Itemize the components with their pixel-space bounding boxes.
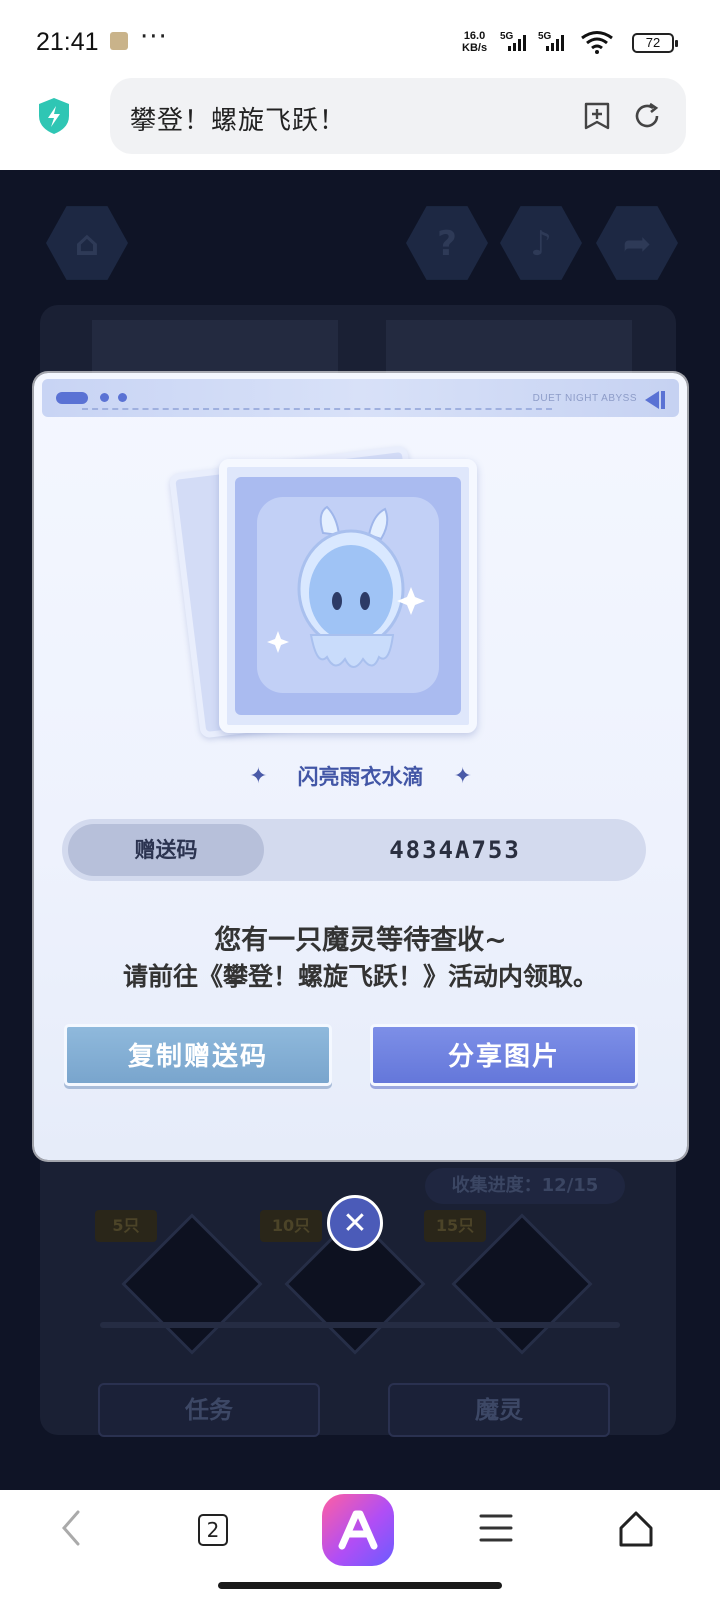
milestone-progress-line	[100, 1322, 620, 1328]
reload-icon[interactable]	[632, 100, 662, 132]
more-notifications-icon: ···	[140, 22, 168, 52]
home-nav-icon[interactable]	[616, 1508, 656, 1550]
brand-text: DUET NIGHT ABYSS	[532, 393, 637, 404]
raindrop-sprite-image	[267, 505, 425, 668]
game-card	[92, 320, 338, 380]
sprite-name: 闪亮雨衣水滴	[297, 765, 424, 789]
close-modal-button[interactable]: ✕	[327, 1195, 383, 1251]
back-icon[interactable]	[56, 1508, 86, 1548]
sparkle-icon: ✦	[249, 763, 268, 789]
message-line-2: 请前往《攀登！螺旋飞跃！》活动内领取。	[122, 962, 598, 991]
network-speed-unit: KB/s	[462, 42, 488, 54]
modal-header-strip: DUET NIGHT ABYSS	[42, 379, 679, 417]
collect-progress: 收集进度：12/15	[425, 1168, 625, 1204]
menu-icon[interactable]	[478, 1508, 514, 1548]
browser-bottom-nav: 2	[0, 1490, 720, 1600]
help-icon[interactable]: ?	[406, 206, 488, 280]
header-dot	[100, 393, 109, 402]
share-icon[interactable]: ➦	[596, 206, 678, 280]
network-speed-value: 16.0	[463, 30, 486, 42]
status-bar: 21:41 ··· 16.0 KB/s 5G 5G 72	[0, 0, 720, 78]
sprite-name-row: ✦ 闪亮雨衣水滴 ✦	[34, 761, 687, 791]
status-time: 21:41	[36, 28, 99, 56]
milestone-tag: 15只	[424, 1210, 486, 1242]
sprite-card	[219, 459, 477, 733]
milestone-tag: 5只	[95, 1210, 157, 1242]
copy-gift-code-button[interactable]: 复制赠送码	[64, 1024, 332, 1086]
game-card	[386, 320, 632, 380]
svg-text:5G: 5G	[538, 31, 552, 42]
home-indicator	[218, 1582, 502, 1589]
browser-address-bar: 攀登！螺旋飞跃！	[0, 78, 720, 170]
signal-icon-2: 5G	[538, 31, 564, 51]
share-image-button[interactable]: 分享图片	[370, 1024, 638, 1086]
page-title: 攀登！螺旋飞跃！	[130, 106, 347, 136]
message-line-1: 您有一只魔灵等待查收~	[214, 925, 507, 956]
gift-code-field: 赠送码 4834A753	[62, 819, 646, 881]
notification-app-icon	[110, 32, 128, 50]
close-icon: ✕	[342, 1206, 368, 1241]
sparkle-icon: ✦	[453, 763, 472, 789]
add-bookmark-icon[interactable]	[582, 100, 612, 132]
gift-code-value[interactable]: 4834A753	[264, 819, 646, 881]
gift-code-modal: DUET NIGHT ABYSS ✦ 闪亮雨衣水滴 ✦ 赠送码 4834A753…	[34, 373, 687, 1160]
music-icon[interactable]: ♪	[500, 206, 582, 280]
ai-assistant-button[interactable]	[322, 1494, 394, 1566]
sprite-card-frame	[235, 477, 461, 715]
sprite-artwork	[257, 497, 439, 693]
network-speed: 16.0 KB/s	[462, 30, 487, 54]
header-dot	[118, 393, 127, 402]
url-field[interactable]: 攀登！螺旋飞跃！	[110, 78, 686, 154]
tabs-button[interactable]: 2	[198, 1514, 228, 1546]
play-back-icon	[645, 391, 665, 409]
sprite-button[interactable]: 魔灵	[388, 1383, 610, 1437]
header-pill	[56, 392, 88, 404]
gift-code-label: 赠送码	[68, 824, 264, 876]
wifi-icon	[581, 31, 613, 54]
sim1-label: 5G	[500, 31, 514, 42]
home-icon[interactable]: ⌂	[46, 206, 128, 280]
battery-indicator: 72	[632, 33, 678, 53]
security-shield-icon[interactable]	[36, 96, 72, 136]
signal-icon: 5G	[500, 31, 526, 51]
header-divider	[82, 408, 552, 410]
milestone-tag: 10只	[260, 1210, 322, 1242]
ai-logo-icon	[338, 1510, 378, 1550]
task-button[interactable]: 任务	[98, 1383, 320, 1437]
